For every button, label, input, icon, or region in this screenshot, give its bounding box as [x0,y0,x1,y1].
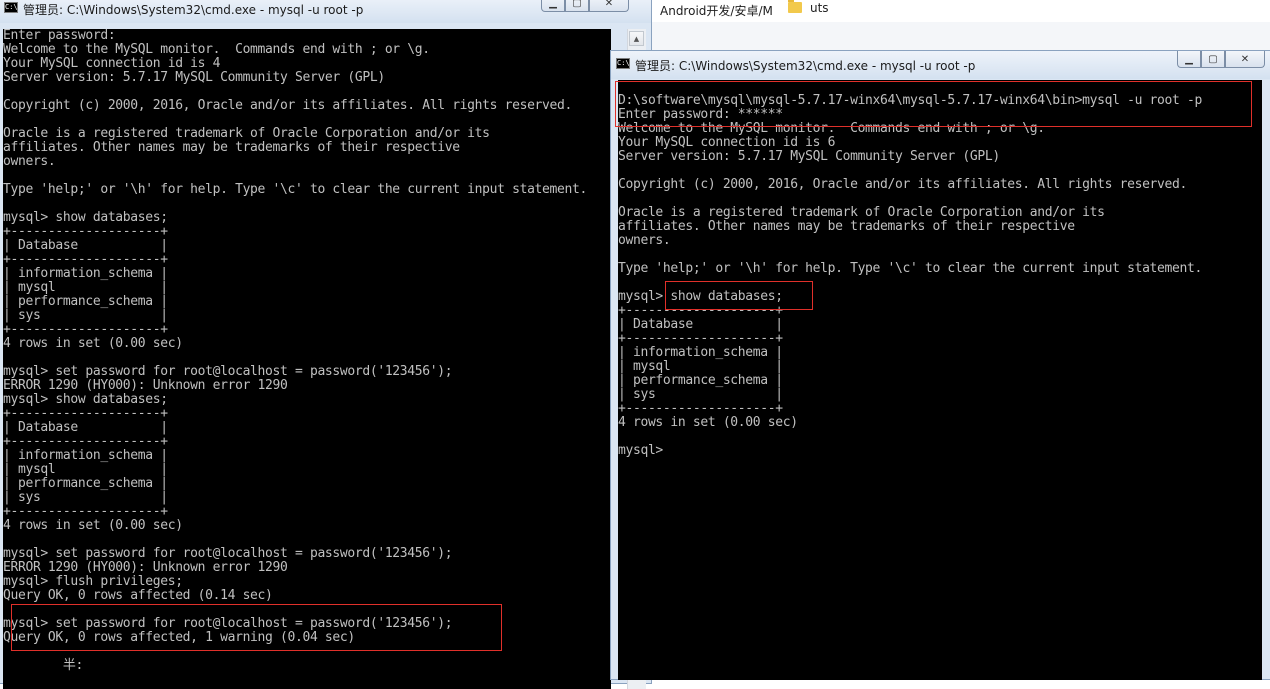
highlight-box-show-databases [665,281,813,310]
arrow-up-icon: ▲ [633,34,640,43]
console-line: Server version: 5.7.17 MySQL Community S… [618,149,1000,164]
console-line: | information_schema | [3,266,168,281]
console-line: | information_schema | [618,345,783,360]
console-line: | mysql | [3,462,168,477]
maximize-icon: ▢ [572,0,582,9]
console-line: +--------------------+ [3,252,168,267]
console-line: Enter password: [3,29,116,43]
close-button[interactable]: ✕ [1225,51,1265,68]
console-line: +--------------------+ [618,401,783,416]
console-line: mysql> set password for root@localhost =… [3,546,453,561]
console-line: mysql> [618,443,663,458]
console-line: | mysql | [618,359,783,374]
scroll-up-button[interactable]: ▲ [629,31,644,46]
console-line: 半: [3,658,84,673]
left-console-output: Enter password: Welcome to the MySQL mon… [3,29,611,673]
console-line: Your MySQL connection id is 6 [618,135,836,150]
console-line: | mysql | [3,280,168,295]
console-line: 4 rows in set (0.00 sec) [3,336,183,351]
minimize-button[interactable]: ▁ [541,0,565,12]
console-line: 4 rows in set (0.00 sec) [618,415,798,430]
console-line: Query OK, 0 rows affected (0.14 sec) [3,588,273,603]
console-line: +--------------------+ [3,434,168,449]
close-icon: ✕ [604,0,614,9]
highlight-box-login-command [615,81,1252,127]
right-cmd-window: C:\ 管理员: C:\Windows\System32\cmd.exe - m… [610,50,1270,680]
console-line: | Database | [618,317,783,332]
folder-name[interactable]: uts [810,1,829,15]
left-window-controls: ▁ ▢ ✕ [541,0,629,12]
console-line: | performance_schema | [3,476,168,491]
console-line: mysql> show databases; [3,210,168,225]
console-line: Copyright (c) 2000, 2016, Oracle and/or … [618,177,1187,192]
console-line: Oracle is a registered trademark of Orac… [618,205,1105,220]
console-line: | sys | [3,490,168,505]
explorer-breadcrumb[interactable]: Android开发/安卓/M [660,2,773,19]
maximize-button[interactable]: ▢ [565,0,589,12]
console-line: mysql> set password for root@localhost =… [3,364,453,379]
maximize-icon: ▢ [1208,53,1218,65]
right-console[interactable]: D:\software\mysql\mysql-5.7.17-winx64\my… [618,80,1262,680]
left-console[interactable]: Enter password: Welcome to the MySQL mon… [3,29,611,689]
console-line: ERROR 1290 (HY000): Unknown error 1290 [3,378,288,393]
console-line: +--------------------+ [3,406,168,421]
console-line: Your MySQL connection id is 4 [3,56,221,71]
console-line: 4 rows in set (0.00 sec) [3,518,183,533]
console-line: +--------------------+ [3,504,168,519]
left-window-title: 管理员: C:\Windows\System32\cmd.exe - mysql… [23,3,364,17]
right-window-controls: ▁ ▢ ✕ [1177,51,1265,68]
console-line: | sys | [3,308,168,323]
console-line: | performance_schema | [3,294,168,309]
right-window-title: 管理员: C:\Windows\System32\cmd.exe - mysql… [635,59,976,73]
console-line: affiliates. Other names may be trademark… [3,140,460,155]
right-window-titlebar[interactable]: C:\ 管理员: C:\Windows\System32\cmd.exe - m… [611,51,1270,79]
console-line: ERROR 1290 (HY000): Unknown error 1290 [3,560,288,575]
minimize-button[interactable]: ▁ [1177,51,1201,68]
console-line: | Database | [3,238,168,253]
background-explorer-bar: Android开发/安卓/M uts [648,0,1270,23]
folder-icon [788,0,802,13]
console-line: Copyright (c) 2000, 2016, Oracle and/or … [3,98,572,113]
console-line: Welcome to the MySQL monitor. Commands e… [3,42,430,57]
left-cmd-window: C:\ 管理员: C:\Windows\System32\cmd.exe - m… [0,0,652,689]
minimize-icon: ▁ [549,0,557,9]
console-line: +--------------------+ [618,331,783,346]
console-line: mysql> flush privileges; [3,574,183,589]
console-line: owners. [3,154,56,169]
console-line: | Database | [3,420,168,435]
maximize-button[interactable]: ▢ [1201,51,1225,68]
console-line: +--------------------+ [3,322,168,337]
left-window-titlebar[interactable]: C:\ 管理员: C:\Windows\System32\cmd.exe - m… [0,0,651,23]
console-line: mysql> show databases; [3,392,168,407]
console-line: +--------------------+ [3,224,168,239]
console-line: affiliates. Other names may be trademark… [618,219,1075,234]
console-line: Server version: 5.7.17 MySQL Community S… [3,70,385,85]
console-line: | performance_schema | [618,373,783,388]
console-line: | sys | [618,387,783,402]
background-explorer-body [648,22,1270,52]
highlight-box-set-password [11,604,502,651]
right-console-output: D:\software\mysql\mysql-5.7.17-winx64\my… [618,80,1262,458]
console-line: | information_schema | [3,448,168,463]
minimize-icon: ▁ [1185,53,1193,65]
close-button[interactable]: ✕ [589,0,629,12]
console-line: Type 'help;' or '\h' for help. Type '\c'… [618,261,1202,276]
console-line: Type 'help;' or '\h' for help. Type '\c'… [3,182,587,197]
cmd-icon: C:\ [616,58,630,69]
cmd-icon: C:\ [4,2,18,13]
console-line: Oracle is a registered trademark of Orac… [3,126,490,141]
console-line: owners. [618,233,671,248]
close-icon: ✕ [1240,53,1250,65]
